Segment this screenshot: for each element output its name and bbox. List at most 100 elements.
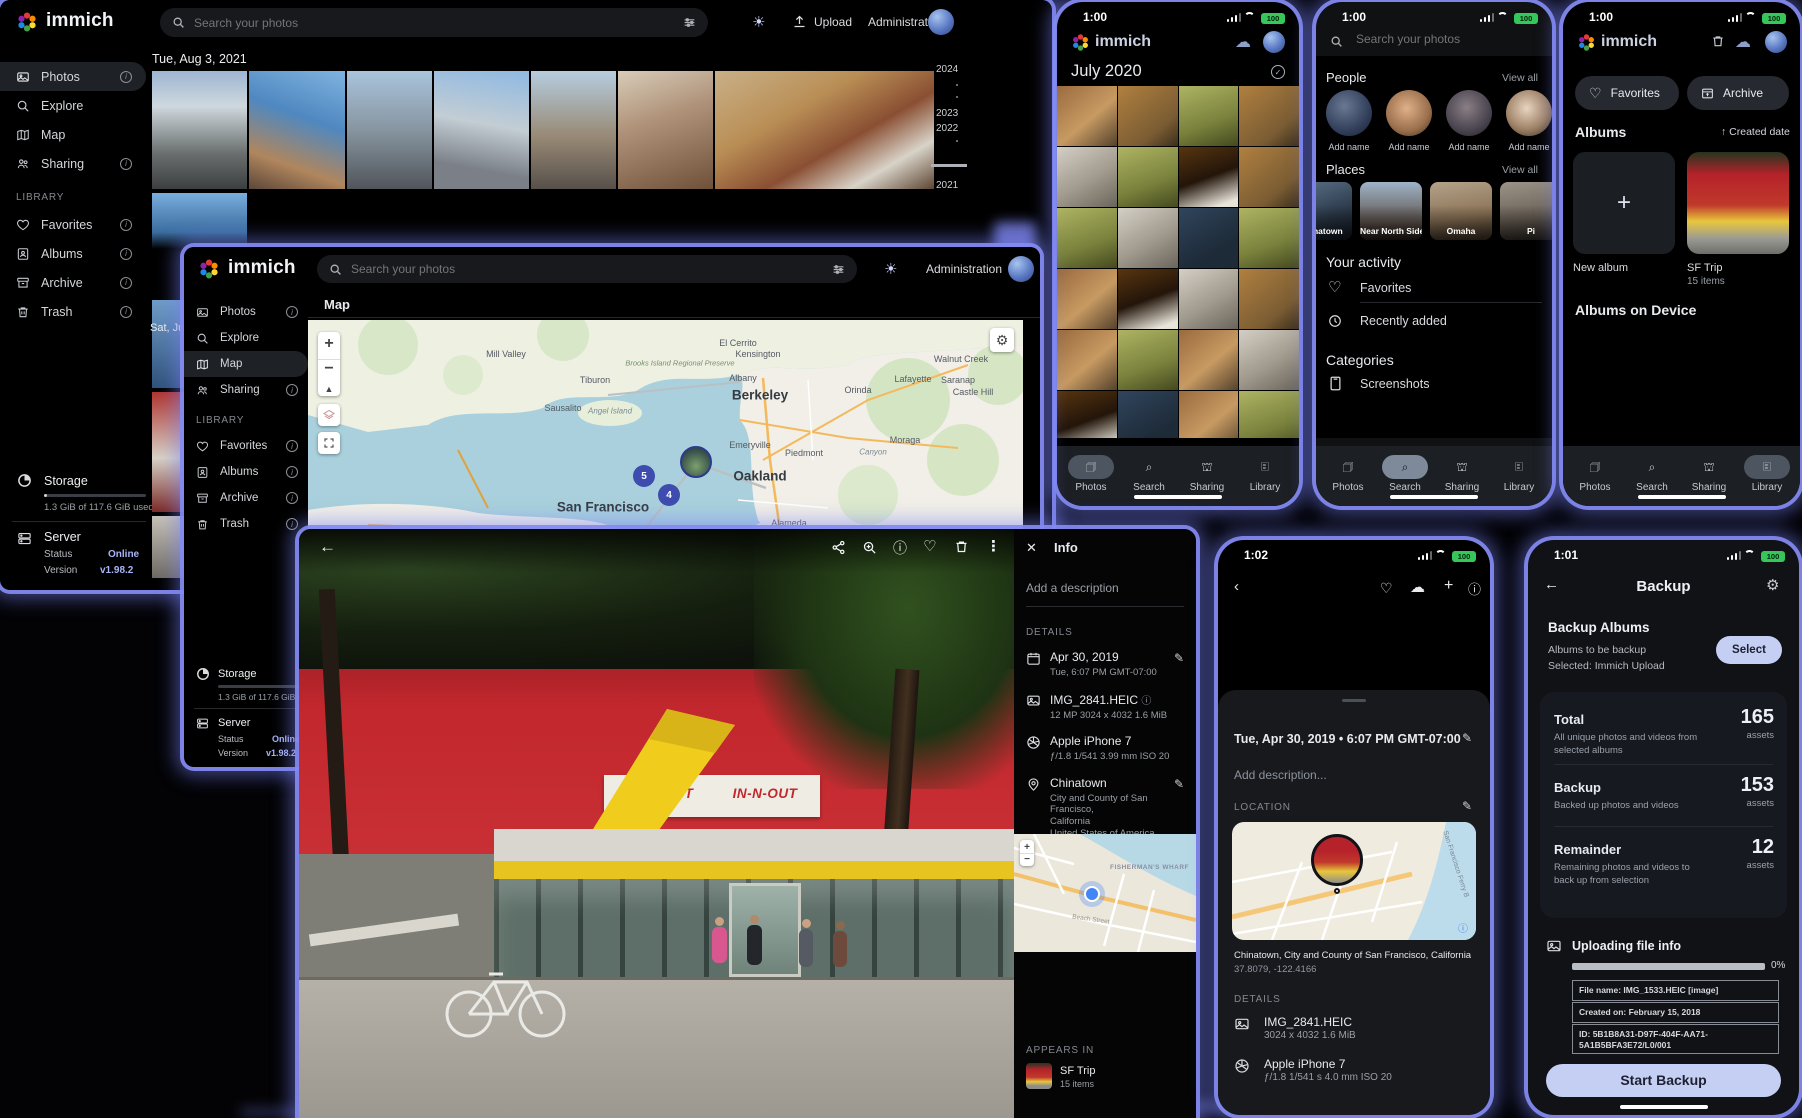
person-avatar[interactable] bbox=[1446, 90, 1492, 136]
map-settings-button[interactable]: ⚙ bbox=[990, 328, 1014, 352]
photo-thumbnail[interactable] bbox=[1179, 86, 1239, 146]
search-input[interactable] bbox=[194, 16, 674, 30]
add-name-label[interactable]: Add name bbox=[1326, 142, 1372, 152]
search-input[interactable] bbox=[351, 262, 823, 276]
album-thumbnail[interactable] bbox=[1026, 1063, 1052, 1089]
photo-thumbnail[interactable] bbox=[1118, 330, 1178, 390]
tab-photos[interactable]: 🗇Photos bbox=[1320, 455, 1376, 493]
tab-search[interactable]: ⌕Search bbox=[1624, 455, 1680, 493]
recently-added-row[interactable]: Recently added bbox=[1360, 314, 1447, 328]
user-avatar[interactable] bbox=[928, 9, 954, 35]
photo-in-n-out[interactable]: IN-N-OUT IN-N-OUT bbox=[299, 529, 1014, 1118]
cloud-sync-icon[interactable]: ☁ bbox=[1735, 32, 1751, 52]
add-name-label[interactable]: Add name bbox=[1446, 142, 1492, 152]
place-card[interactable]: Omaha bbox=[1430, 182, 1492, 240]
zoom-out-button[interactable]: − bbox=[318, 359, 340, 378]
theme-toggle-sun-icon[interactable]: ☀ bbox=[884, 260, 897, 278]
info-icon[interactable]: ⓘ bbox=[1468, 579, 1481, 598]
info-icon[interactable]: i bbox=[120, 248, 132, 260]
photo-thumbnail[interactable] bbox=[1057, 208, 1117, 268]
back-chevron-icon[interactable]: ‹ bbox=[1234, 578, 1239, 595]
edit-pencil-icon[interactable]: ✎ bbox=[1174, 651, 1184, 665]
delete-trash-icon[interactable] bbox=[954, 539, 969, 554]
favorite-heart-icon[interactable]: ♡ bbox=[923, 537, 936, 555]
person-avatar[interactable] bbox=[1326, 90, 1372, 136]
theme-toggle-sun-icon[interactable]: ☀ bbox=[752, 13, 765, 31]
photo-thumbnail[interactable] bbox=[152, 71, 247, 189]
user-avatar[interactable] bbox=[1765, 31, 1787, 53]
sidebar-item-trash[interactable]: Trashi bbox=[184, 511, 308, 537]
minimap-zoom-controls[interactable]: +− bbox=[1020, 840, 1034, 866]
tab-search[interactable]: ⌕Search bbox=[1121, 455, 1177, 493]
sidebar-item-albums[interactable]: Albumsi bbox=[184, 459, 308, 485]
sidebar-item-sharing[interactable]: Sharingi bbox=[0, 149, 146, 178]
tab-search[interactable]: ⌕Search bbox=[1377, 455, 1433, 493]
photo-thumbnail[interactable] bbox=[1239, 269, 1299, 329]
new-album-tile[interactable]: + bbox=[1573, 152, 1675, 254]
upload-button[interactable]: Upload bbox=[814, 15, 852, 29]
photo-thumbnail[interactable] bbox=[434, 71, 529, 189]
select-all-check-icon[interactable]: ✓ bbox=[1271, 65, 1285, 79]
info-icon[interactable]: i bbox=[120, 306, 132, 318]
photo-thumbnail[interactable] bbox=[531, 71, 616, 189]
people-view-all-link[interactable]: View all bbox=[1502, 72, 1538, 84]
scrubber-handle[interactable] bbox=[931, 164, 967, 167]
info-icon[interactable]: i bbox=[120, 71, 132, 83]
sidebar-item-map[interactable]: Map bbox=[0, 120, 146, 149]
sidebar-item-favorites[interactable]: Favoritesi bbox=[184, 433, 308, 459]
zoom-in-button[interactable]: + bbox=[324, 335, 333, 353]
search-bar[interactable] bbox=[317, 255, 857, 283]
settings-gear-icon[interactable]: ⚙ bbox=[1766, 576, 1779, 594]
edit-pencil-icon[interactable]: ✎ bbox=[1462, 799, 1472, 813]
info-icon[interactable]: i bbox=[286, 466, 298, 478]
home-indicator[interactable] bbox=[1390, 495, 1478, 499]
home-indicator[interactable] bbox=[1620, 1105, 1708, 1109]
user-avatar[interactable] bbox=[1263, 31, 1285, 53]
photo-thumbnail[interactable] bbox=[1239, 391, 1299, 438]
info-icon[interactable]: i bbox=[286, 384, 298, 396]
info-icon[interactable]: i bbox=[286, 492, 298, 504]
map-zoom-controls[interactable]: +−▲ bbox=[318, 332, 340, 396]
photo-thumbnail[interactable] bbox=[1118, 269, 1178, 329]
sidebar-item-trash[interactable]: Trashi bbox=[0, 297, 146, 326]
zoom-in-icon[interactable] bbox=[862, 540, 877, 555]
user-avatar[interactable] bbox=[1008, 256, 1034, 282]
edit-pencil-icon[interactable]: ✎ bbox=[1462, 731, 1472, 745]
share-icon[interactable] bbox=[831, 540, 846, 555]
map-layers-button[interactable] bbox=[318, 404, 340, 426]
favorite-heart-icon[interactable]: ♡ bbox=[1380, 580, 1393, 597]
tab-library[interactable]: 🗉Library bbox=[1237, 455, 1293, 493]
photo-thumbnail[interactable] bbox=[1179, 208, 1239, 268]
photo-thumbnail[interactable] bbox=[1179, 391, 1239, 438]
photo-thumbnail[interactable] bbox=[1118, 86, 1178, 146]
photo-thumbnail[interactable] bbox=[152, 392, 184, 512]
tab-sharing[interactable]: ⛫Sharing bbox=[1179, 455, 1235, 493]
photo-thumbnail[interactable] bbox=[347, 71, 432, 189]
photo-thumbnail[interactable] bbox=[1057, 330, 1117, 390]
photo-thumbnail[interactable] bbox=[1057, 86, 1117, 146]
info-icon[interactable]: i bbox=[286, 306, 298, 318]
album-name[interactable]: SF Trip bbox=[1060, 1065, 1095, 1077]
album-tile-sf-trip[interactable] bbox=[1687, 152, 1789, 254]
home-indicator[interactable] bbox=[1134, 495, 1222, 499]
upload-icon[interactable] bbox=[792, 14, 807, 29]
sidebar-item-favorites[interactable]: Favoritesi bbox=[0, 210, 146, 239]
archive-button[interactable]: Archive bbox=[1687, 76, 1789, 110]
photo-thumbnail[interactable] bbox=[1179, 330, 1239, 390]
search-input[interactable] bbox=[1356, 32, 1536, 46]
tab-library[interactable]: 🗉Library bbox=[1491, 455, 1547, 493]
sidebar-item-explore[interactable]: Explore bbox=[0, 91, 146, 120]
edit-pencil-icon[interactable]: ✎ bbox=[1174, 777, 1184, 791]
photo-thumbnail[interactable] bbox=[249, 71, 345, 189]
tab-library[interactable]: 🗉Library bbox=[1739, 455, 1795, 493]
info-icon[interactable]: ⓘ bbox=[1141, 696, 1151, 707]
info-icon[interactable]: i bbox=[120, 219, 132, 231]
tab-photos[interactable]: 🗇Photos bbox=[1063, 455, 1119, 493]
places-view-all-link[interactable]: View all bbox=[1502, 164, 1538, 176]
place-card[interactable]: Chinatown bbox=[1316, 182, 1352, 240]
photo-thumbnail[interactable] bbox=[1239, 147, 1299, 207]
cloud-upload-icon[interactable]: ☁ bbox=[1410, 578, 1425, 596]
filter-sliders-icon[interactable] bbox=[832, 263, 845, 276]
place-card[interactable]: Pi bbox=[1500, 182, 1552, 240]
photo-thumbnail[interactable] bbox=[1239, 86, 1299, 146]
